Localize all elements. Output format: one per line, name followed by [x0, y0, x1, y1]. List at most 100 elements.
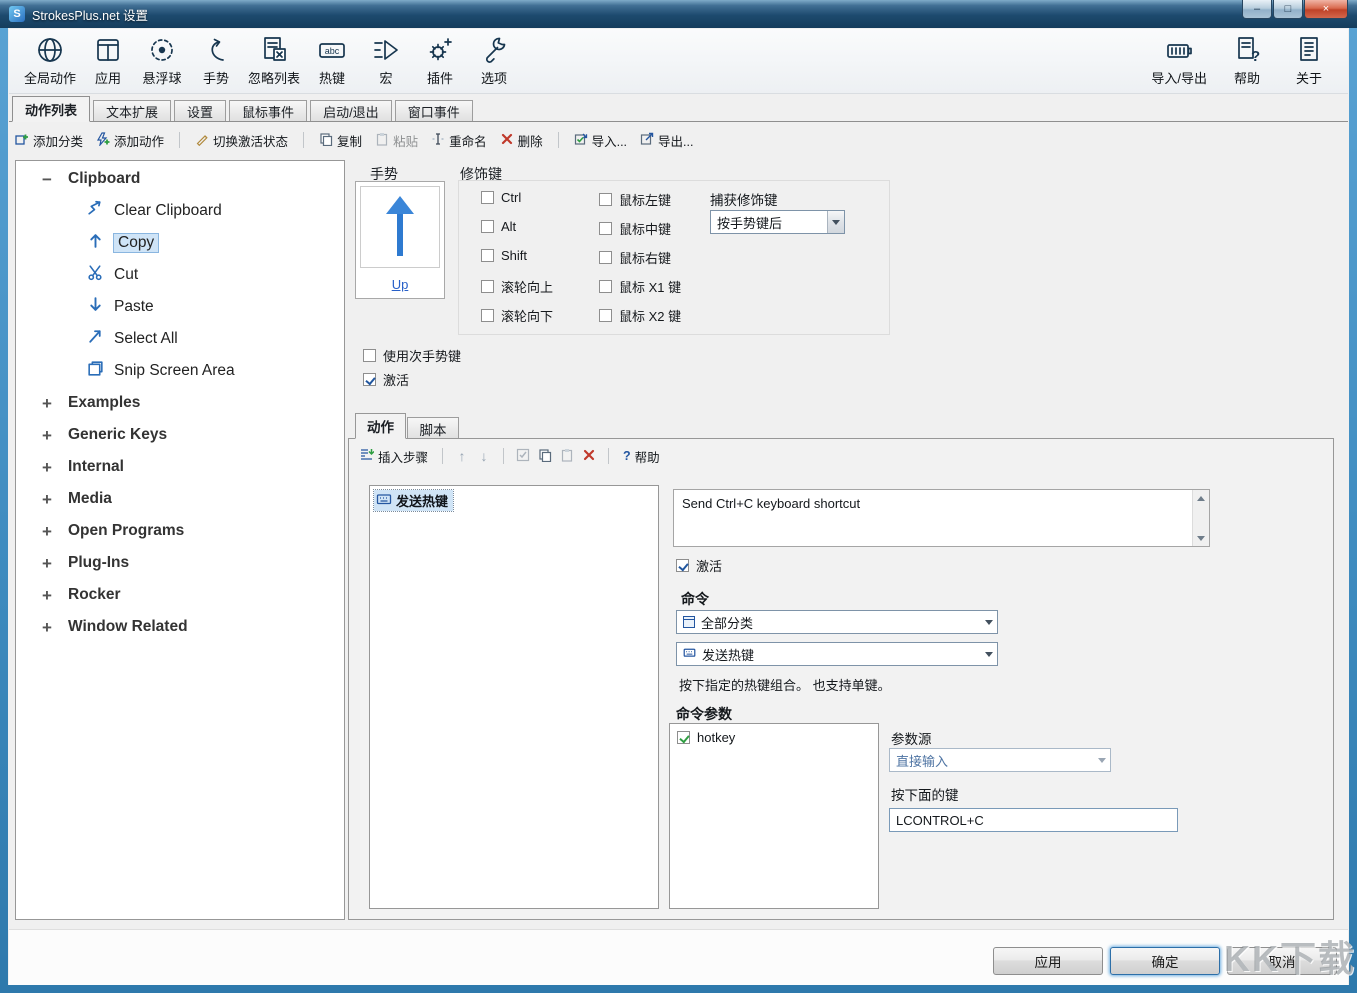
title-bar[interactable]: S StrokesPlus.net 设置 – □ ×: [0, 0, 1357, 28]
description-scrollbar[interactable]: [1192, 490, 1209, 546]
move-down-button[interactable]: ↓: [477, 448, 491, 464]
checkbox-wheel-down[interactable]: 滚轮向下: [481, 306, 553, 325]
delete-button[interactable]: 删除: [498, 129, 545, 151]
import-button[interactable]: 导入...: [572, 129, 629, 151]
add-category-button[interactable]: 添加分类: [13, 129, 85, 151]
copy-button[interactable]: 复制: [317, 129, 364, 151]
command-category-select[interactable]: 全部分类: [676, 610, 998, 634]
ok-button[interactable]: 确定: [1110, 947, 1220, 975]
expand-plus-icon[interactable]: +: [39, 395, 55, 412]
tree-category-media[interactable]: + Media: [16, 483, 344, 515]
toolbar-options[interactable]: 选项: [467, 32, 521, 90]
checkbox-checked[interactable]: [676, 559, 689, 572]
dropdown-arrow-button[interactable]: [1093, 749, 1110, 771]
expand-plus-icon[interactable]: +: [39, 523, 55, 540]
tab-settings[interactable]: 设置: [174, 100, 226, 121]
toolbar-about[interactable]: 关于: [1282, 32, 1336, 90]
checkbox-mouse-left[interactable]: 鼠标左键: [599, 190, 671, 209]
tab-window-events[interactable]: 窗口事件: [395, 100, 473, 121]
checkbox-mouse-right[interactable]: 鼠标右键: [599, 248, 671, 267]
tree-category-rocker[interactable]: + Rocker: [16, 579, 344, 611]
dropdown-arrow-button[interactable]: [827, 211, 844, 233]
checkbox[interactable]: [599, 309, 612, 322]
toolbar-ignore-list[interactable]: 忽略列表: [243, 32, 305, 90]
command-select[interactable]: 发送热键: [676, 642, 998, 666]
cancel-button[interactable]: 取消: [1227, 947, 1337, 975]
add-action-button[interactable]: 添加动作: [94, 129, 166, 151]
dropdown-arrow-button[interactable]: [980, 643, 997, 665]
insert-step-button[interactable]: 插入步骤: [357, 445, 430, 467]
tree-category-internal[interactable]: + Internal: [16, 451, 344, 483]
checkbox[interactable]: [599, 222, 612, 235]
checkbox-gesture-active[interactable]: 激活: [363, 370, 409, 389]
step-help-button[interactable]: ? 帮助: [621, 445, 662, 467]
tree-category-plug-ins[interactable]: + Plug-Ins: [16, 547, 344, 579]
maximize-button[interactable]: □: [1273, 0, 1303, 19]
apply-button[interactable]: 应用: [993, 947, 1103, 975]
scroll-down-button[interactable]: [1193, 530, 1209, 546]
expand-plus-icon[interactable]: +: [39, 619, 55, 636]
checkbox-checked[interactable]: [363, 373, 376, 386]
checkbox[interactable]: [599, 193, 612, 206]
checkbox-wheel-up[interactable]: 滚轮向上: [481, 277, 553, 296]
gesture-preview[interactable]: Up: [355, 181, 445, 299]
tree-category-window-related[interactable]: + Window Related: [16, 611, 344, 643]
toggle-active-button[interactable]: 切换激活状态: [193, 129, 290, 151]
toolbar-float-ball[interactable]: 悬浮球: [135, 32, 189, 90]
checkbox-alt[interactable]: Alt: [481, 219, 516, 234]
checkbox[interactable]: [481, 309, 494, 322]
checkbox-mouse-x1[interactable]: 鼠标 X1 键: [599, 277, 681, 296]
tree-category-generic-keys[interactable]: + Generic Keys: [16, 419, 344, 451]
checkbox[interactable]: [481, 249, 494, 262]
tree-item-snip-screen-area[interactable]: Snip Screen Area: [16, 355, 344, 387]
tab-startup-exit[interactable]: 启动/退出: [310, 100, 392, 121]
tree-item-cut[interactable]: Cut: [16, 259, 344, 291]
collapse-expander-icon[interactable]: −: [39, 171, 55, 188]
tab-text-expansion[interactable]: 文本扩展: [93, 100, 171, 121]
toolbar-plugins[interactable]: 插件: [413, 32, 467, 90]
expand-plus-icon[interactable]: +: [39, 427, 55, 444]
tree-item-clear-clipboard[interactable]: Clear Clipboard: [16, 195, 344, 227]
tab-script[interactable]: 脚本: [407, 417, 459, 439]
tab-mouse-events[interactable]: 鼠标事件: [229, 100, 307, 121]
toolbar-macros[interactable]: 宏: [359, 32, 413, 90]
checkbox[interactable]: [363, 349, 376, 362]
checkbox-step-active[interactable]: 激活: [676, 556, 722, 575]
step-item-send-hotkey[interactable]: 发送热键: [374, 489, 654, 511]
checkbox-shift[interactable]: Shift: [481, 248, 527, 263]
copy-step-button[interactable]: [538, 448, 552, 465]
capture-modifiers-select[interactable]: 按手势键后: [710, 210, 845, 234]
tree-category-examples[interactable]: + Examples: [16, 387, 344, 419]
delete-step-button[interactable]: [582, 448, 596, 465]
checkbox[interactable]: [481, 191, 494, 204]
export-button[interactable]: 导出...: [638, 129, 695, 151]
checkbox[interactable]: [599, 251, 612, 264]
expand-plus-icon[interactable]: +: [39, 491, 55, 508]
checkbox-secondary-gesture[interactable]: 使用次手势键: [363, 346, 461, 365]
checkbox[interactable]: [599, 280, 612, 293]
step-description-box[interactable]: Send Ctrl+C keyboard shortcut: [673, 489, 1210, 547]
tree-category-open-programs[interactable]: + Open Programs: [16, 515, 344, 547]
scroll-up-button[interactable]: [1193, 490, 1209, 506]
tree-item-paste[interactable]: Paste: [16, 291, 344, 323]
tab-action[interactable]: 动作: [355, 413, 406, 439]
move-up-button[interactable]: ↑: [455, 448, 469, 464]
param-source-select[interactable]: 直接输入: [889, 748, 1111, 772]
toolbar-gestures[interactable]: 手势: [189, 32, 243, 90]
close-button[interactable]: ×: [1304, 0, 1348, 19]
toolbar-hotkeys[interactable]: abc 热键: [305, 32, 359, 90]
tree-item-select-all[interactable]: Select All: [16, 323, 344, 355]
expand-plus-icon[interactable]: +: [39, 587, 55, 604]
checkbox[interactable]: [481, 280, 494, 293]
toolbar-import-export[interactable]: 导入/导出: [1146, 32, 1212, 90]
checkbox-ctrl[interactable]: Ctrl: [481, 190, 521, 205]
checkbox-checked-green[interactable]: [677, 731, 690, 744]
toolbar-applications[interactable]: 应用: [81, 32, 135, 90]
minimize-button[interactable]: –: [1242, 0, 1272, 19]
expand-plus-icon[interactable]: +: [39, 555, 55, 572]
gesture-name-link[interactable]: Up: [356, 277, 444, 292]
rename-button[interactable]: 重命名: [429, 129, 489, 151]
checkbox-mouse-middle[interactable]: 鼠标中键: [599, 219, 671, 238]
toolbar-help[interactable]: ? 帮助: [1220, 32, 1274, 90]
toolbar-global-actions[interactable]: 全局动作: [19, 32, 81, 90]
